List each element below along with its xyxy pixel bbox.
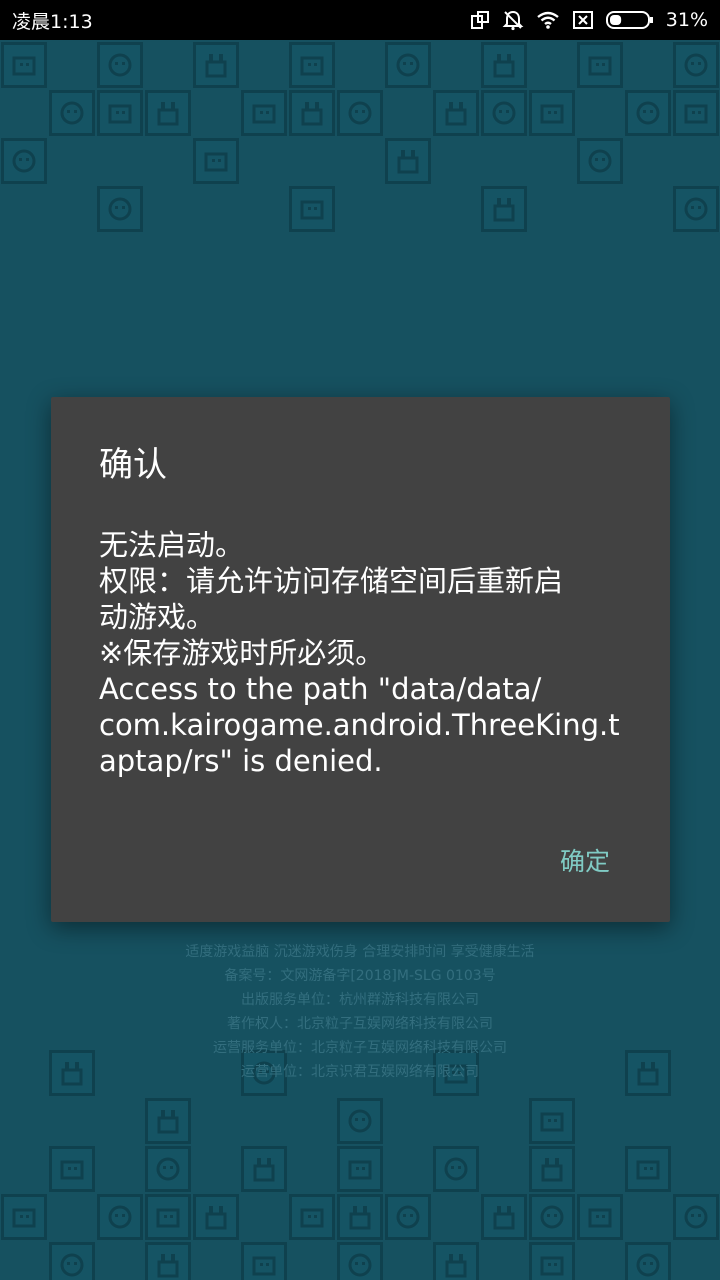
sim-absent-icon xyxy=(572,10,594,30)
dialog-message: 无法启动。 权限：请允许访问存储空间后重新启 动游戏。 ※保存游戏时所必须。 A… xyxy=(99,527,629,779)
wifi-icon xyxy=(536,10,560,30)
message-line: aptap/rs" is denied. xyxy=(99,744,383,778)
status-bar: 凌晨1:13 31% xyxy=(0,0,720,40)
message-line: 动游戏。 xyxy=(99,600,216,634)
battery-percent: 31% xyxy=(665,9,708,31)
message-line: ※保存游戏时所必须。 xyxy=(99,636,385,670)
message-line: com.kairogame.android.ThreeKing.t xyxy=(99,708,620,742)
message-line: 无法启动。 xyxy=(99,528,245,562)
confirm-dialog: 确认 无法启动。 权限：请允许访问存储空间后重新启 动游戏。 ※保存游戏时所必须… xyxy=(51,397,670,922)
screen-rotate-icon xyxy=(470,10,490,30)
ok-button[interactable]: 确定 xyxy=(560,842,610,878)
dialog-title: 确认 xyxy=(99,445,167,485)
notifications-off-icon xyxy=(502,9,524,31)
status-time: 凌晨1:13 xyxy=(12,10,93,33)
message-line: 权限：请允许访问存储空间后重新启 xyxy=(99,564,564,598)
battery-icon xyxy=(605,10,654,30)
message-line: Access to the path "data/data/ xyxy=(99,672,542,706)
